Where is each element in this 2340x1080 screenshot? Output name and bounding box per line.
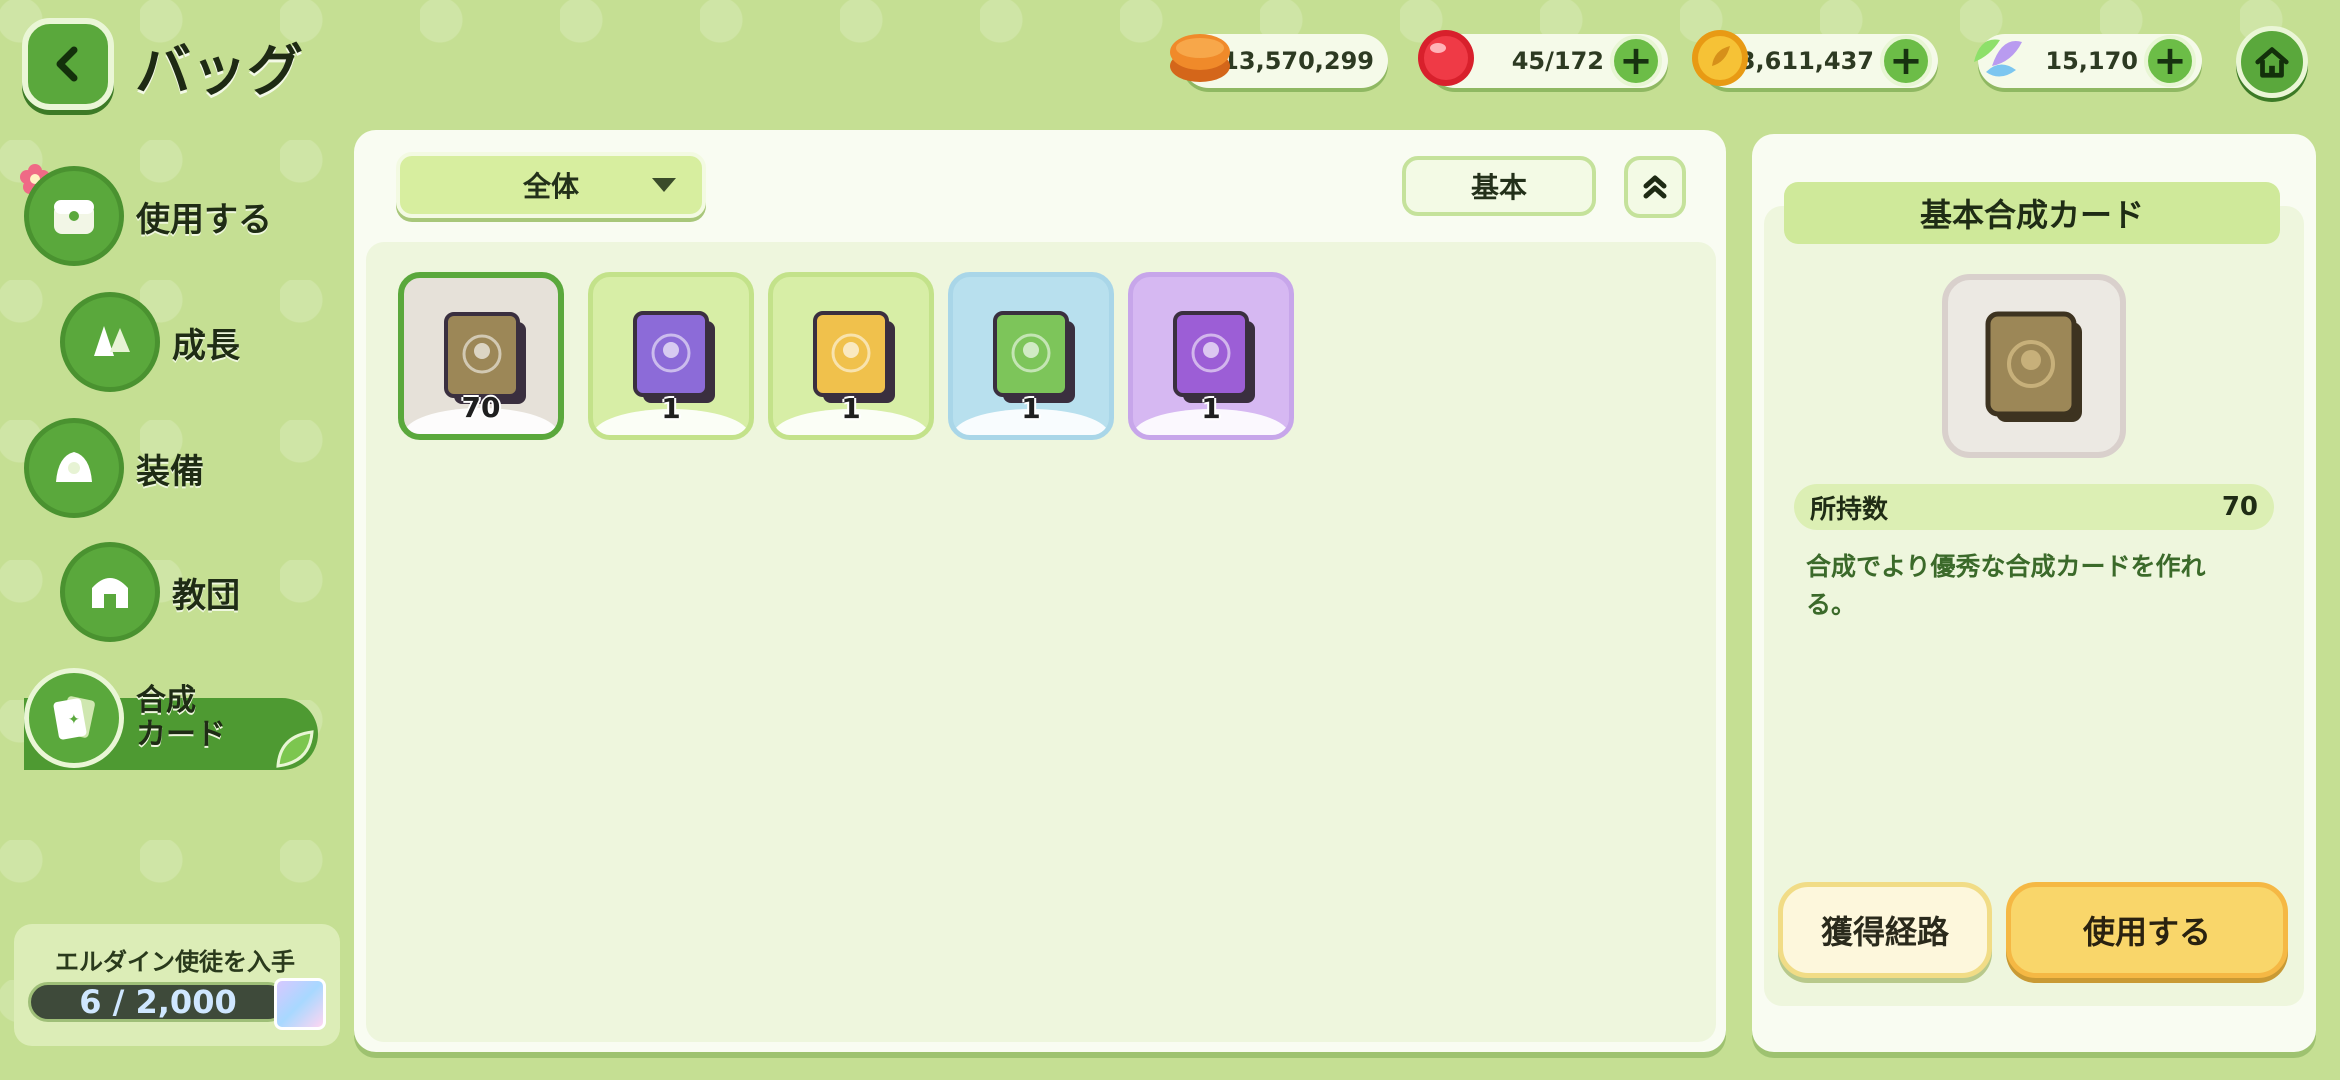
chevron-left-icon: [56, 46, 78, 82]
inventory-slot[interactable]: 1: [588, 272, 754, 440]
item-description: 合成でより優秀な合成カードを作れる。: [1806, 552, 2206, 619]
home-button[interactable]: [2236, 26, 2308, 98]
page-title: バッグ: [135, 39, 303, 104]
currency-value: 45/172: [1511, 47, 1604, 75]
sidebar-item-equipment[interactable]: 装備: [24, 418, 204, 518]
sidebar-item-label: 装備: [136, 451, 204, 492]
inventory-slot[interactable]: 1: [948, 272, 1114, 440]
inventory-slot[interactable]: 70: [398, 272, 564, 440]
slot-count: 1: [1021, 392, 1041, 425]
use-label: 使用する: [2082, 913, 2211, 951]
inventory-slot[interactable]: 1: [768, 272, 934, 440]
add-candy-button[interactable]: +: [1610, 35, 1662, 87]
crystal-leaf-icon: [1974, 39, 2022, 77]
leaf-icon: [276, 730, 314, 768]
sidebar-item-label: 使用する: [136, 199, 272, 240]
currency-gold: 3,611,437 +: [1692, 30, 1938, 88]
detail-item-icon: [1942, 274, 2126, 458]
owned-label: 所持数: [1810, 494, 1889, 525]
use-button[interactable]: 使用する: [2006, 882, 2288, 978]
red-candy-icon: [1418, 30, 1474, 86]
slot-count: 70: [461, 391, 501, 424]
currency-crystal: 15,170 +: [1974, 34, 2202, 88]
currency-value: 3,611,437: [1738, 47, 1874, 75]
currency-cookie: 13,570,299: [1170, 34, 1388, 88]
add-crystal-button[interactable]: +: [2144, 35, 2196, 87]
sidebar-item-use[interactable]: 使用する: [24, 166, 272, 266]
chest-icon: [24, 166, 124, 266]
currency-candy: 45/172 +: [1418, 30, 1668, 88]
slot-count: 1: [1201, 392, 1221, 425]
apostle-card-icon[interactable]: [274, 978, 326, 1030]
inventory-slot[interactable]: 1: [1128, 272, 1294, 440]
sidebar-item-label: 合成 カード: [136, 683, 226, 752]
collapse-button[interactable]: [1624, 156, 1686, 218]
gold-coin-icon: [1692, 30, 1748, 86]
acquisition-route-button[interactable]: 獲得経路: [1778, 882, 1992, 978]
basic-synthesis-card-icon: [1985, 311, 2082, 422]
sidebar-item-label: 教団: [172, 575, 240, 616]
sort-label: 基本: [1470, 171, 1527, 204]
card-icon: ✦: [24, 668, 124, 768]
sidebar-item-order[interactable]: 教団: [60, 542, 240, 642]
slot-count: 1: [661, 392, 681, 425]
add-gold-button[interactable]: +: [1880, 35, 1932, 87]
equipment-icon: [24, 418, 124, 518]
currency-value: 15,170: [2045, 47, 2138, 75]
sidebar-item-growth[interactable]: 成長: [60, 292, 240, 392]
route-label: 獲得経路: [1820, 913, 1949, 951]
owned-count-row: 所持数 70: [1794, 484, 2274, 530]
detail-title: 基本合成カード: [1784, 182, 2280, 244]
filter-dropdown[interactable]: 全体: [396, 152, 706, 218]
sidebar-item-synthesis-card[interactable]: ✦ 合成 カード: [24, 668, 226, 768]
double-chevron-up-icon: [1643, 175, 1667, 199]
temple-icon: [60, 542, 160, 642]
slot-count: 1: [841, 392, 861, 425]
filter-label: 全体: [522, 170, 579, 203]
cookie-icon: [1170, 34, 1230, 82]
progress-value: 6 / 2,000: [79, 983, 237, 1021]
home-icon: [2255, 47, 2289, 78]
sort-button[interactable]: 基本: [1402, 156, 1596, 216]
progress-bar: 6 / 2,000: [28, 982, 288, 1022]
chevron-down-icon: [652, 178, 676, 192]
progress-title: エルダイン使徒を入手: [55, 948, 295, 976]
currency-value: 13,570,299: [1222, 47, 1374, 75]
back-button[interactable]: [22, 18, 114, 110]
svg-text:✦: ✦: [68, 712, 80, 728]
owned-value: 70: [2221, 492, 2258, 522]
sidebar-item-label: 成長: [172, 325, 240, 366]
growth-icon: [60, 292, 160, 392]
